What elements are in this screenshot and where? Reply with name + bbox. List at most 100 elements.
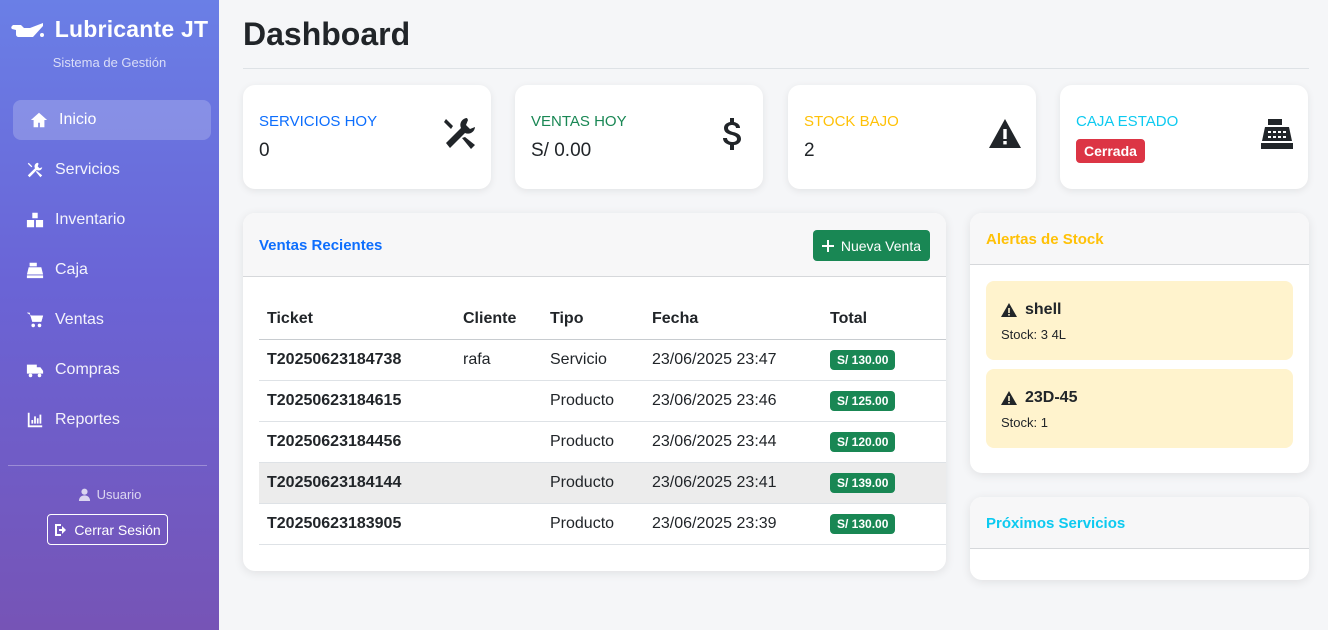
- total-cell: S/ 139.00: [822, 462, 946, 504]
- brand[interactable]: Lubricante JT: [0, 0, 219, 43]
- ticket-cell: T20250623184144: [259, 462, 455, 504]
- stat-card-ventas: VENTAS HOY S/ 0.00: [515, 85, 763, 189]
- tools-icon: [443, 117, 477, 151]
- sidebar-item-label: Inventario: [55, 211, 126, 228]
- date-cell: 23/06/2025 23:44: [644, 421, 822, 463]
- sidebar-item-inicio[interactable]: Inicio: [13, 100, 211, 140]
- type-cell: Producto: [542, 503, 644, 545]
- brand-title: Lubricante JT: [54, 16, 209, 42]
- stock-alerts-card: Alertas de Stock shell Stock: 3 4L 23D-4…: [970, 213, 1309, 473]
- logout-label: Cerrar Sesión: [74, 521, 161, 538]
- sidebar-nav: Inicio Servicios Inventario Caja Ventas …: [0, 100, 219, 440]
- client-cell: [455, 503, 542, 545]
- plus-icon: [821, 239, 834, 252]
- column-header[interactable]: Ticket: [259, 299, 455, 340]
- ticket-cell: T20250623183905: [259, 503, 455, 545]
- column-header[interactable]: Cliente: [455, 299, 542, 340]
- card-header: Próximos Servicios: [970, 497, 1309, 549]
- type-cell: Producto: [542, 380, 644, 422]
- brand-subtitle: Sistema de Gestión: [52, 55, 167, 70]
- new-sale-button[interactable]: Nueva Venta: [812, 230, 930, 261]
- total-badge: S/ 130.00: [830, 513, 896, 534]
- total-cell: S/ 125.00: [822, 380, 946, 422]
- user-name: Usuario: [96, 487, 142, 502]
- client-cell: [455, 421, 542, 463]
- type-cell: Servicio: [542, 339, 644, 381]
- sidebar-item-label: Caja: [55, 261, 88, 278]
- cash-register-icon: [1260, 117, 1294, 151]
- alert-name: shell: [1001, 301, 1061, 319]
- column-header[interactable]: Tipo: [542, 299, 644, 340]
- total-badge: S/ 125.00: [830, 390, 896, 411]
- ticket-cell: T20250623184615: [259, 380, 455, 422]
- table-row[interactable]: T20250623184456 Producto 23/06/2025 23:4…: [259, 421, 946, 463]
- stat-value: 0: [259, 140, 270, 161]
- card-header: Ventas Recientes Nueva Venta: [243, 213, 946, 277]
- total-badge: S/ 139.00: [830, 472, 896, 493]
- tools-icon: [25, 161, 45, 179]
- logout-button[interactable]: Cerrar Sesión: [47, 514, 168, 545]
- alert-name: 23D-45: [1001, 389, 1077, 407]
- stat-value: 2: [804, 140, 815, 161]
- sidebar-item-servicios[interactable]: Servicios: [13, 150, 211, 190]
- alert-stock: Stock: 3 4L: [1001, 327, 1067, 342]
- chart-icon: [25, 411, 45, 429]
- warning-icon: [1001, 303, 1017, 317]
- sidebar-item-label: Reportes: [55, 411, 120, 428]
- home-icon: [29, 111, 49, 129]
- stat-card-stock: STOCK BAJO 2: [788, 85, 1036, 189]
- cash-register-icon: [25, 261, 45, 279]
- card-title: Alertas de Stock: [986, 231, 1104, 248]
- truck-icon: [25, 361, 45, 379]
- stat-card-caja: CAJA ESTADO Cerrada: [1060, 85, 1308, 189]
- table-row[interactable]: T20250623183905 Producto 23/06/2025 23:3…: [259, 503, 946, 545]
- alert-product: shell: [1025, 301, 1062, 318]
- total-badge: S/ 130.00: [830, 349, 896, 370]
- stock-alert-item[interactable]: shell Stock: 3 4L: [986, 281, 1293, 360]
- page-title: Dashboard: [243, 16, 411, 52]
- alert-product: 23D-45: [1025, 389, 1078, 406]
- total-badge: S/ 120.00: [830, 431, 896, 452]
- new-sale-label: Nueva Venta: [840, 237, 921, 254]
- table-row[interactable]: T20250623184144 Producto 23/06/2025 23:4…: [259, 462, 946, 504]
- client-cell: [455, 462, 542, 504]
- stat-card-servicios: SERVICIOS HOY 0: [243, 85, 491, 189]
- date-cell: 23/06/2025 23:46: [644, 380, 822, 422]
- stock-alert-item[interactable]: 23D-45 Stock: 1: [986, 369, 1293, 448]
- table-row[interactable]: T20250623184615 Producto 23/06/2025 23:4…: [259, 380, 946, 422]
- sidebar-item-label: Compras: [55, 361, 120, 378]
- total-cell: S/ 130.00: [822, 503, 946, 545]
- table-row[interactable]: T20250623184738 rafa Servicio 23/06/2025…: [259, 339, 946, 381]
- column-header[interactable]: Fecha: [644, 299, 822, 340]
- stat-value: S/ 0.00: [531, 140, 592, 161]
- sign-out-icon: [55, 523, 67, 536]
- user-icon: [78, 488, 90, 501]
- stat-label: SERVICIOS HOY: [259, 113, 378, 130]
- card-title: Ventas Recientes: [259, 237, 383, 254]
- type-cell: Producto: [542, 462, 644, 504]
- total-cell: S/ 120.00: [822, 421, 946, 463]
- total-cell: S/ 130.00: [822, 339, 946, 381]
- sidebar-item-ventas[interactable]: Ventas: [13, 300, 211, 340]
- sidebar-item-reportes[interactable]: Reportes: [13, 400, 211, 440]
- sidebar-item-inventario[interactable]: Inventario: [13, 200, 211, 240]
- alert-stock: Stock: 1: [1001, 415, 1048, 430]
- status-badge: Cerrada: [1076, 139, 1145, 163]
- sidebar-item-compras[interactable]: Compras: [13, 350, 211, 390]
- client-cell: rafa: [455, 339, 542, 381]
- card-header: Alertas de Stock: [970, 213, 1309, 265]
- sidebar-item-label: Inicio: [59, 111, 97, 128]
- sidebar-item-label: Servicios: [55, 161, 120, 178]
- sidebar-item-caja[interactable]: Caja: [13, 250, 211, 290]
- table-header-row: Ticket Cliente Tipo Fecha Total: [259, 299, 946, 340]
- ticket-cell: T20250623184456: [259, 421, 455, 463]
- date-cell: 23/06/2025 23:39: [644, 503, 822, 545]
- column-header[interactable]: Total: [822, 299, 946, 340]
- sidebar-divider: [8, 465, 207, 466]
- boxes-icon: [25, 211, 45, 229]
- sales-table: Ticket Cliente Tipo Fecha Total T2025062…: [259, 299, 946, 545]
- user-label: Usuario: [0, 487, 219, 502]
- stat-label: STOCK BAJO: [804, 113, 899, 130]
- warning-icon: [1001, 391, 1017, 405]
- stat-label: VENTAS HOY: [531, 113, 627, 130]
